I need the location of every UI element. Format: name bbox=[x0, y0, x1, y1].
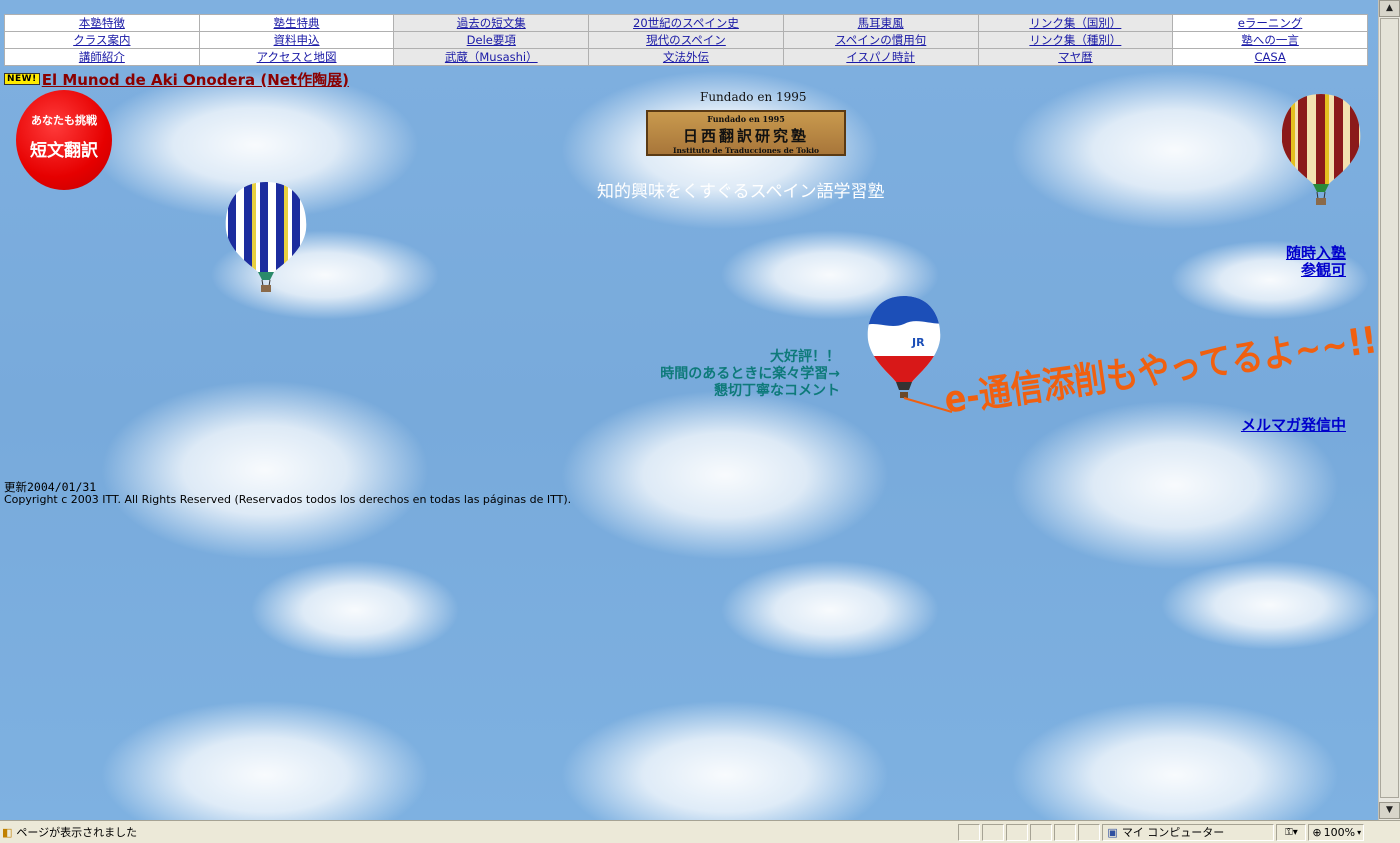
nav-link-classes[interactable]: クラス案内 bbox=[73, 33, 130, 47]
nav-cell: クラス案内 bbox=[5, 32, 199, 48]
recruit-links: 随時入塾 参観可 bbox=[1286, 245, 1346, 279]
red-striped-balloon-icon bbox=[1281, 94, 1361, 205]
jr-balloon-icon: JR bbox=[867, 296, 953, 413]
tagline: 知的興味をくすぐるスペイン語学習塾 bbox=[597, 182, 885, 202]
computer-icon: ▣ bbox=[1107, 825, 1118, 839]
nav-link-student-benefits[interactable]: 塾生特典 bbox=[274, 16, 320, 30]
promo-line: 大好評！！ bbox=[770, 349, 840, 365]
promo-text: 大好評！！ 時間のあるときに楽々学習→ 懇切丁寧なコメント bbox=[660, 349, 840, 400]
nav-link-bajitoufuu[interactable]: 馬耳東風 bbox=[858, 16, 904, 30]
lock-icon: ⚿▾ bbox=[1285, 826, 1298, 838]
scroll-down-icon[interactable]: ▼ bbox=[1379, 802, 1400, 819]
scroll-up-icon[interactable]: ▲ bbox=[1379, 0, 1400, 17]
nav-cell: 馬耳東風 bbox=[783, 15, 978, 31]
nav-cell: Dele要項 bbox=[394, 32, 589, 48]
nav-link-hispano-clock[interactable]: イスパノ時計 bbox=[846, 50, 915, 64]
promo-line: 時間のあるときに楽々学習→ bbox=[660, 366, 840, 382]
nav-cell: 過去の短文集 bbox=[394, 15, 589, 31]
nav-link-maya-calendar[interactable]: マヤ暦 bbox=[1058, 50, 1093, 64]
page-icon: ◧ bbox=[2, 825, 13, 839]
status-text: ページが表示されました bbox=[16, 826, 138, 839]
status-cell bbox=[982, 823, 1005, 841]
logo-title: 日西翻訳研究塾 bbox=[682, 127, 809, 145]
challenge-translation-button[interactable]: あなたも挑戦 短文翻訳 bbox=[16, 90, 112, 190]
zone-cell: ▣ マイ コンピューター bbox=[1102, 823, 1275, 841]
nav-cell: 塾生特典 bbox=[199, 15, 394, 31]
nav-link-request-info[interactable]: 資料申込 bbox=[274, 33, 320, 47]
founded-text: Fundado en 1995 bbox=[700, 90, 807, 104]
visit-link[interactable]: 参観可 bbox=[1286, 262, 1346, 279]
nav-link-elearning[interactable]: eラーニング bbox=[1238, 16, 1303, 30]
status-cell bbox=[958, 823, 981, 841]
copyright: Copyright c 2003 ITT. All Rights Reserve… bbox=[4, 493, 572, 506]
zoom-icon: ⊕ bbox=[1312, 825, 1322, 839]
status-bar: ◧ ページが表示されました ▣ マイ コンピューター ⚿▾ ⊕ 100% ▾ bbox=[0, 820, 1400, 843]
news-line: NEW! El Munod de Aki Onodera (Net作陶展) bbox=[4, 69, 349, 90]
nav-table: 本塾特徴 塾生特典 過去の短文集 20世紀のスペイン史 馬耳東風 リンク集（国別… bbox=[4, 14, 1368, 66]
nav-link-modern-spain[interactable]: 現代のスペイン bbox=[646, 33, 726, 47]
status-cell bbox=[1030, 823, 1053, 841]
nav-link-musashi[interactable]: 武蔵（Musashi） bbox=[445, 50, 538, 64]
new-badge: NEW! bbox=[4, 73, 40, 85]
nav-cell: 講師紹介 bbox=[5, 49, 199, 65]
challenge-caption: あなたも挑戦 bbox=[31, 114, 97, 127]
logo-founded: Fundado en 1995 bbox=[707, 114, 785, 124]
challenge-title: 短文翻訳 bbox=[30, 141, 98, 161]
security-cell[interactable]: ⚿▾ bbox=[1276, 823, 1307, 841]
nav-link-access-map[interactable]: アクセスと地図 bbox=[257, 50, 337, 64]
nav-cell: CASA bbox=[1173, 49, 1367, 65]
nav-cell: スペインの慣用句 bbox=[783, 32, 978, 48]
status-cell bbox=[1078, 823, 1101, 841]
nav-cell: 現代のスペイン bbox=[589, 32, 783, 48]
nav-link-links-by-type[interactable]: リンク集（種別） bbox=[1029, 33, 1121, 47]
nav-link-idioms[interactable]: スペインの慣用句 bbox=[835, 33, 926, 47]
nav-cell: 文法外伝 bbox=[589, 49, 783, 65]
nav-link-20th-century-history[interactable]: 20世紀のスペイン史 bbox=[633, 16, 739, 30]
nav-cell: 本塾特徴 bbox=[5, 15, 199, 31]
mail-magazine-link[interactable]: メルマガ発信中 bbox=[1241, 414, 1346, 435]
logo-subtitle: Instituto de Traducciones de Tokio bbox=[672, 146, 820, 155]
nav-cell: 20世紀のスペイン史 bbox=[589, 15, 783, 31]
nav-cell: リンク集（種別） bbox=[978, 32, 1173, 48]
nav-link-teachers[interactable]: 講師紹介 bbox=[79, 50, 125, 64]
nav-cell: 武蔵（Musashi） bbox=[394, 49, 589, 65]
nav-link-grammar[interactable]: 文法外伝 bbox=[663, 50, 709, 64]
nav-link-feedback[interactable]: 塾への一言 bbox=[1241, 33, 1299, 47]
chevron-down-icon: ▾ bbox=[1357, 827, 1362, 837]
news-link[interactable]: El Munod de Aki Onodera (Net作陶展) bbox=[42, 69, 349, 90]
zoom-control[interactable]: ⊕ 100% ▾ bbox=[1308, 823, 1365, 841]
site-logo: Fundado en 1995 日西翻訳研究塾 Instituto de Tra… bbox=[646, 110, 846, 156]
recruit-link[interactable]: 随時入塾 bbox=[1286, 245, 1346, 262]
nav-link-past-texts[interactable]: 過去の短文集 bbox=[457, 16, 526, 30]
zoom-level: 100% bbox=[1323, 825, 1356, 839]
nav-link-dele[interactable]: Dele要項 bbox=[467, 33, 516, 47]
nav-link-links-by-country[interactable]: リンク集（国別） bbox=[1029, 16, 1121, 30]
nav-cell: アクセスと地図 bbox=[199, 49, 394, 65]
jr-label: JR bbox=[911, 336, 925, 349]
blue-striped-balloon-icon bbox=[225, 182, 307, 292]
status-cell bbox=[1006, 823, 1029, 841]
nav-cell: イスパノ時計 bbox=[783, 49, 978, 65]
vertical-scrollbar[interactable]: ▲ ▼ bbox=[1378, 0, 1400, 820]
promo-line: 懇切丁寧なコメント bbox=[714, 383, 840, 399]
nav-cell: 塾への一言 bbox=[1173, 32, 1367, 48]
nav-cell: マヤ暦 bbox=[978, 49, 1173, 65]
status-cell bbox=[1054, 823, 1077, 841]
zone-text: マイ コンピューター bbox=[1121, 826, 1225, 839]
nav-cell: 資料申込 bbox=[199, 32, 394, 48]
page-viewport: 本塾特徴 塾生特典 過去の短文集 20世紀のスペイン史 馬耳東風 リンク集（国別… bbox=[0, 0, 1378, 820]
nav-link-features[interactable]: 本塾特徴 bbox=[79, 16, 125, 30]
scroll-thumb[interactable] bbox=[1380, 18, 1399, 798]
nav-cell: リンク集（国別） bbox=[978, 15, 1173, 31]
nav-cell: eラーニング bbox=[1173, 15, 1367, 31]
nav-link-casa[interactable]: CASA bbox=[1254, 50, 1285, 64]
